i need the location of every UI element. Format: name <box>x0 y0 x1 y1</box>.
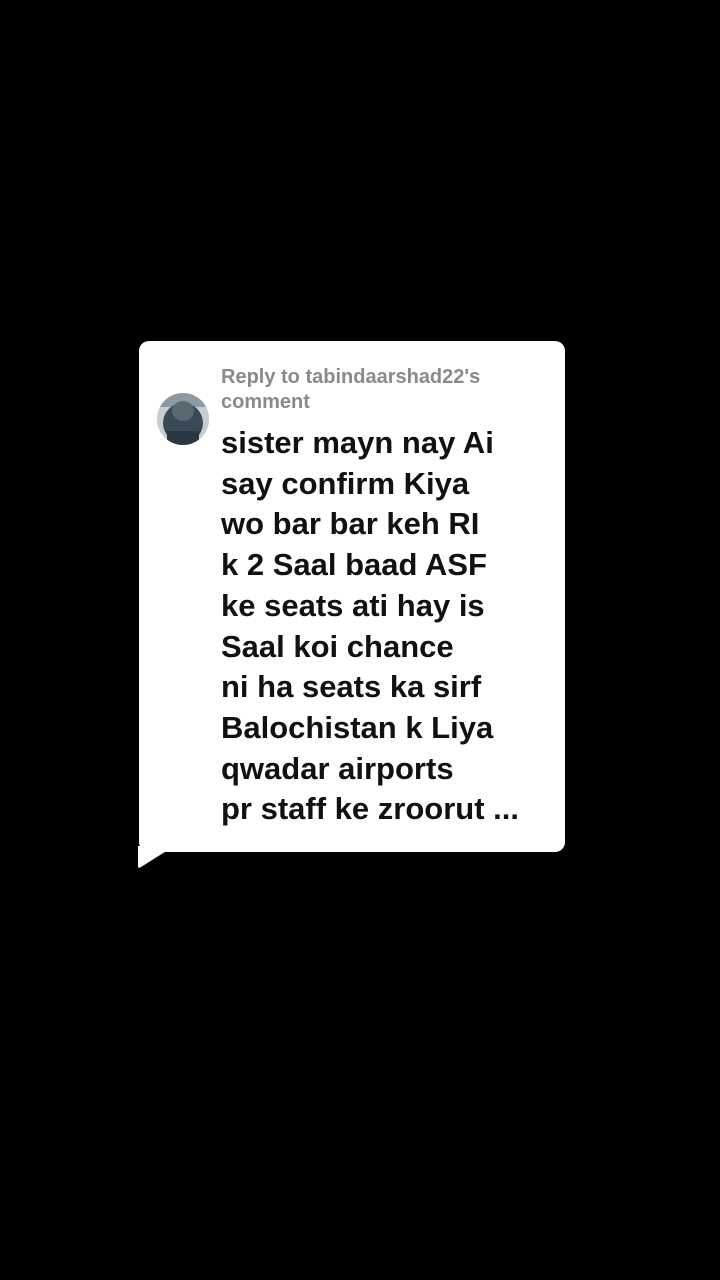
reply-to-header: Reply to tabindaarshad22's comment <box>221 366 481 413</box>
video-frame: Reply to tabindaarshad22's comment siste… <box>0 0 720 1280</box>
user-avatar-icon[interactable] <box>157 393 209 445</box>
bubble-tail <box>138 846 168 868</box>
comment-body-text: sister mayn nay Ai say confirm Kiya wo b… <box>221 425 519 827</box>
